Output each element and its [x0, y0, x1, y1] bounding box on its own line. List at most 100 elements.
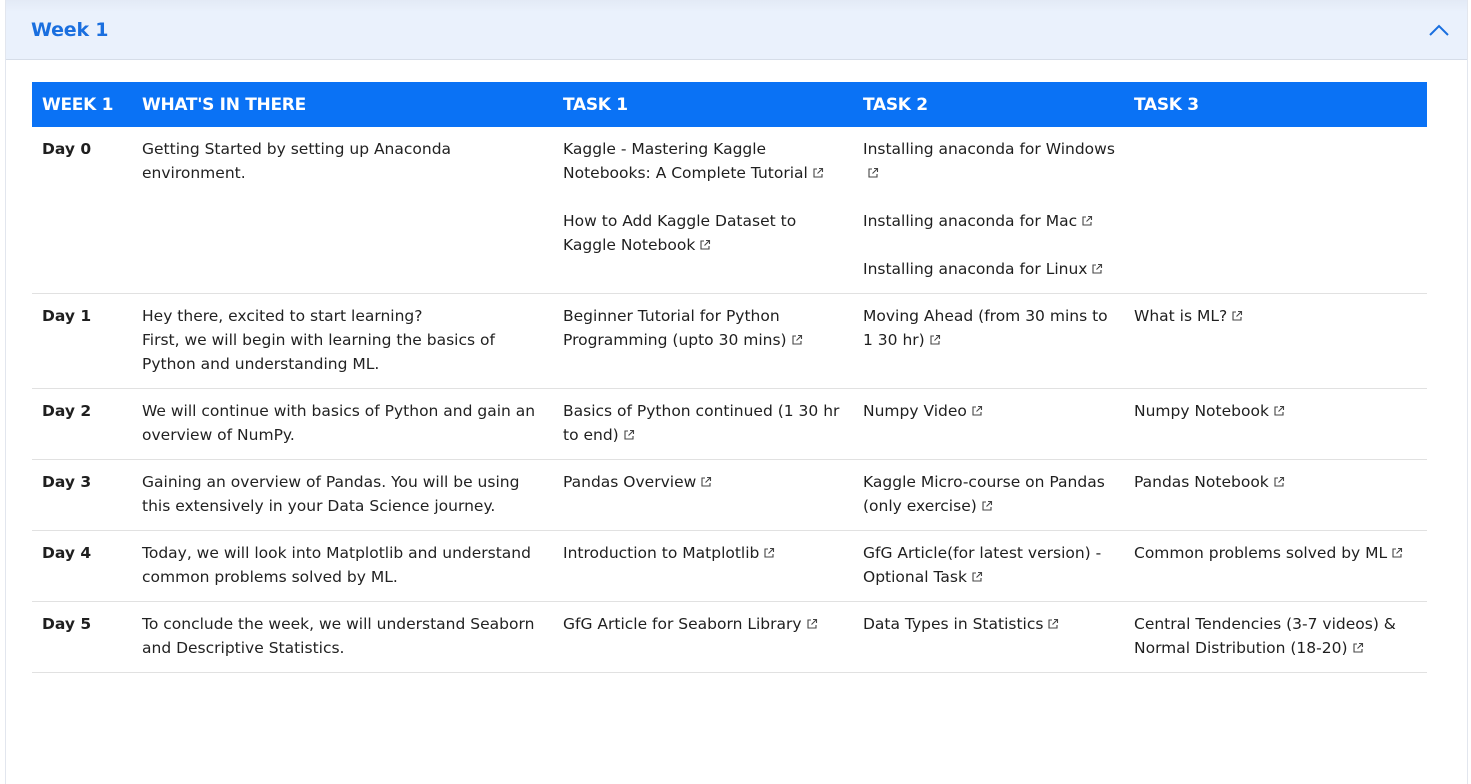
- table-row: Day 4 Today, we will look into Matplotlib…: [32, 530, 1427, 602]
- resource-link[interactable]: Installing anaconda for Windows: [863, 140, 1115, 182]
- resource-link-text: Pandas Overview: [563, 473, 697, 491]
- resource-link[interactable]: What is ML?: [1134, 307, 1243, 325]
- external-link-icon: [700, 471, 712, 487]
- header-week: WEEK 1: [32, 82, 132, 127]
- resource-link[interactable]: Numpy Notebook: [1134, 402, 1285, 420]
- task-3-cell: What is ML?: [1124, 293, 1427, 389]
- day-label: Day 2: [32, 388, 132, 460]
- table-row: Day 5 To conclude the week, we will under…: [32, 601, 1427, 673]
- resource-link[interactable]: How to Add Kaggle Dataset to Kaggle Note…: [563, 212, 796, 254]
- day-description: We will continue with basics of Python a…: [132, 388, 553, 460]
- description-text: First, we will begin with learning the b…: [142, 331, 495, 373]
- resource-link[interactable]: Installing anaconda for Linux: [863, 260, 1103, 278]
- header-whats-in-there: WHAT'S IN THERE: [132, 82, 553, 127]
- external-link-icon: [699, 234, 711, 250]
- resource-link[interactable]: GfG Article(for latest version) - Option…: [863, 544, 1101, 586]
- task-2-cell: Data Types in Statistics: [853, 601, 1124, 673]
- resource-link-text: How to Add Kaggle Dataset to Kaggle Note…: [563, 212, 797, 254]
- day-description: Gaining an overview of Pandas. You will …: [132, 459, 553, 531]
- task-1-cell: Kaggle - Mastering Kaggle Notebooks: A C…: [553, 127, 853, 294]
- task-3-cell: Numpy Notebook: [1124, 388, 1427, 460]
- external-link-icon: [1273, 400, 1285, 416]
- schedule-table: WEEK 1 WHAT'S IN THERE TASK 1 TASK 2 TAS…: [32, 82, 1427, 673]
- external-link-icon: [1391, 542, 1403, 558]
- day-label: Day 0: [32, 127, 132, 294]
- resource-link[interactable]: Central Tendencies (3-7 videos) & Normal…: [1134, 615, 1396, 657]
- task-1-cell: Pandas Overview: [553, 459, 853, 531]
- header-task-2: TASK 2: [853, 82, 1124, 127]
- external-link-icon: [1352, 637, 1364, 653]
- external-link-icon: [1081, 210, 1093, 226]
- task-2-cell: Moving Ahead (from 30 mins to 1 30 hr): [853, 293, 1124, 389]
- external-link-icon: [867, 162, 879, 178]
- resource-link[interactable]: Kaggle Micro-course on Pandas (only exer…: [863, 473, 1105, 515]
- external-link-icon: [1047, 613, 1059, 629]
- external-link-icon: [812, 162, 824, 178]
- resource-link[interactable]: Moving Ahead (from 30 mins to 1 30 hr): [863, 307, 1108, 349]
- description-text: To conclude the week, we will understand…: [142, 615, 535, 657]
- external-link-icon: [981, 495, 993, 511]
- resource-link[interactable]: Kaggle - Mastering Kaggle Notebooks: A C…: [563, 140, 824, 182]
- day-label: Day 5: [32, 601, 132, 673]
- task-2-cell: GfG Article(for latest version) - Option…: [853, 530, 1124, 602]
- resource-link-text: Common problems solved by ML: [1134, 544, 1388, 562]
- resource-link[interactable]: Pandas Overview: [563, 473, 712, 491]
- resource-link[interactable]: Pandas Notebook: [1134, 473, 1285, 491]
- table-row: Day 0 Getting Started by setting up Anaco…: [32, 127, 1427, 294]
- external-link-icon: [623, 424, 635, 440]
- task-2-cell: Installing anaconda for Windows Installin…: [853, 127, 1124, 294]
- external-link-icon: [763, 542, 775, 558]
- resource-link-text: Numpy Notebook: [1134, 402, 1269, 420]
- task-1-cell: Introduction to Matplotlib: [553, 530, 853, 602]
- external-link-icon: [971, 400, 983, 416]
- resource-link-text: Installing anaconda for Mac: [863, 212, 1078, 230]
- accordion-header[interactable]: Week 1: [6, 0, 1467, 60]
- accordion-title: Week 1: [31, 18, 109, 41]
- external-link-icon: [1231, 305, 1243, 321]
- resource-link-text: GfG Article for Seaborn Library: [563, 615, 802, 633]
- resource-link[interactable]: Numpy Video: [863, 402, 983, 420]
- link-spacer: [863, 185, 1116, 209]
- external-link-icon: [929, 329, 941, 345]
- resource-link-text: Pandas Notebook: [1134, 473, 1269, 491]
- resource-link-text: What is ML?: [1134, 307, 1228, 325]
- chevron-up-icon[interactable]: [1427, 22, 1451, 38]
- resource-link[interactable]: Basics of Python continued (1 30 hr to e…: [563, 402, 839, 444]
- external-link-icon: [806, 613, 818, 629]
- header-task-1: TASK 1: [553, 82, 853, 127]
- week-accordion: Week 1 WEEK 1 WHAT'S IN THERE TASK 1 TAS…: [5, 0, 1468, 784]
- task-3-cell: Central Tendencies (3-7 videos) & Normal…: [1124, 601, 1427, 673]
- task-2-cell: Numpy Video: [853, 388, 1124, 460]
- external-link-icon: [791, 329, 803, 345]
- table-row: Day 2 We will continue with basics of Pyt…: [32, 388, 1427, 460]
- task-2-cell: Kaggle Micro-course on Pandas (only exer…: [853, 459, 1124, 531]
- table-row: Day 1 Hey there, excited to start learnin…: [32, 293, 1427, 389]
- resource-link-text: Moving Ahead (from 30 mins to 1 30 hr): [863, 307, 1108, 349]
- day-label: Day 4: [32, 530, 132, 602]
- resource-link[interactable]: Beginner Tutorial for Python Programming…: [563, 307, 803, 349]
- day-description: Hey there, excited to start learning? Fir…: [132, 293, 553, 389]
- resource-link-text: Beginner Tutorial for Python Programming…: [563, 307, 787, 349]
- resource-link[interactable]: Installing anaconda for Mac: [863, 212, 1093, 230]
- description-text: Getting Started by setting up Anaconda e…: [142, 140, 452, 182]
- resource-link-text: Introduction to Matplotlib: [563, 544, 760, 562]
- resource-link[interactable]: Common problems solved by ML: [1134, 544, 1403, 562]
- link-spacer: [563, 185, 845, 209]
- external-link-icon: [1273, 471, 1285, 487]
- header-task-3: TASK 3: [1124, 82, 1427, 127]
- resource-link[interactable]: GfG Article for Seaborn Library: [563, 615, 818, 633]
- resource-link-text: Installing anaconda for Windows: [863, 140, 1115, 158]
- task-1-cell: Basics of Python continued (1 30 hr to e…: [553, 388, 853, 460]
- schedule-table-wrapper: WEEK 1 WHAT'S IN THERE TASK 1 TASK 2 TAS…: [32, 82, 1427, 673]
- day-description: Getting Started by setting up Anaconda e…: [132, 127, 553, 294]
- description-text: Gaining an overview of Pandas. You will …: [142, 473, 520, 515]
- resource-link[interactable]: Introduction to Matplotlib: [563, 544, 775, 562]
- table-header-row: WEEK 1 WHAT'S IN THERE TASK 1 TASK 2 TAS…: [32, 82, 1427, 127]
- resource-link[interactable]: Data Types in Statistics: [863, 615, 1059, 633]
- task-3-cell: [1124, 127, 1427, 294]
- day-label: Day 1: [32, 293, 132, 389]
- page: Week 1 WEEK 1 WHAT'S IN THERE TASK 1 TAS…: [0, 0, 1471, 784]
- resource-link-text: Data Types in Statistics: [863, 615, 1044, 633]
- link-spacer: [863, 233, 1116, 257]
- external-link-icon: [971, 566, 983, 582]
